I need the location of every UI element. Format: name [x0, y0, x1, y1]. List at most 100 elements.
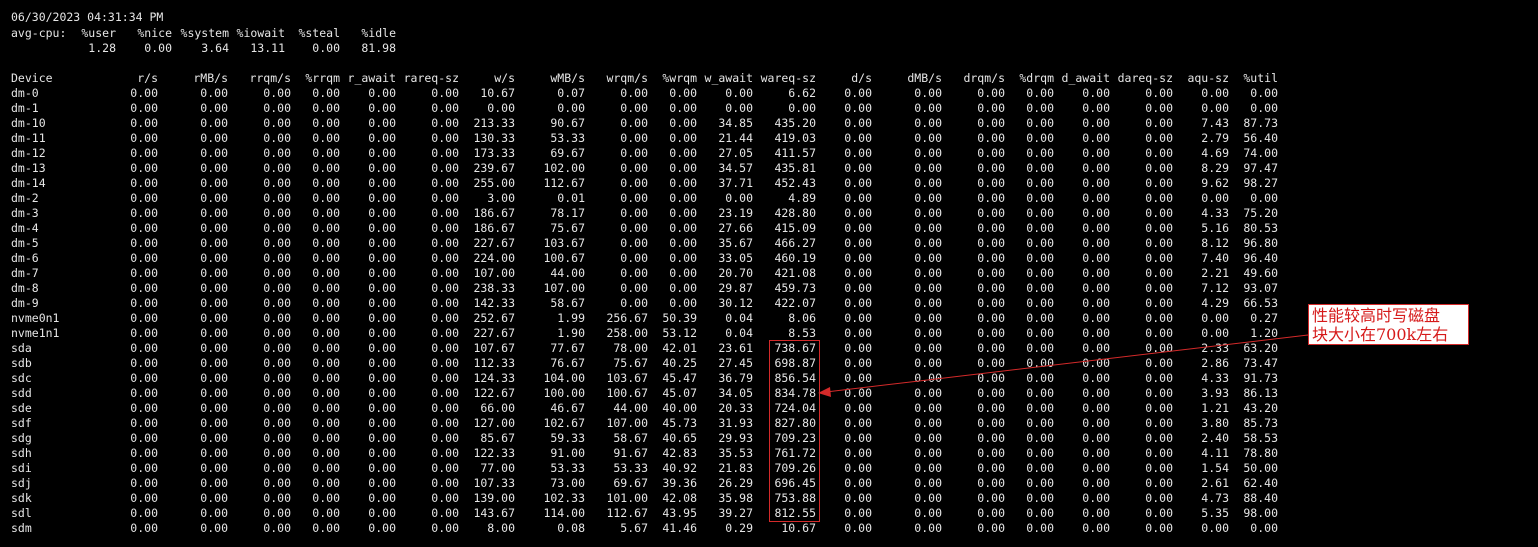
cell-d-per-s: 0.00 [844, 401, 872, 415]
column-header-pct-rrqm: %rrqm [305, 71, 340, 85]
cell-wmb-per-s: 114.00 [543, 506, 585, 520]
column-header-pct-wrqm: %wrqm [662, 71, 697, 85]
cell-rareq-sz: 0.00 [431, 161, 459, 175]
cell-d-per-s: 0.00 [844, 101, 872, 115]
cell-pct-drqm: 0.00 [1026, 101, 1054, 115]
cell-dareq-sz: 0.00 [1145, 386, 1173, 400]
cell-rareq-sz: 0.00 [431, 206, 459, 220]
cell-wareq-sz: 460.19 [774, 251, 816, 265]
cell-wareq-sz: 459.73 [774, 281, 816, 295]
cell-pct-drqm: 0.00 [1026, 251, 1054, 265]
cell-w-per-s: 130.33 [473, 131, 515, 145]
cell-pct-drqm: 0.00 [1026, 266, 1054, 280]
cell-w-await: 21.44 [718, 131, 753, 145]
cell-w-await: 0.00 [725, 86, 753, 100]
cell-wareq-sz: 698.87 [774, 356, 816, 370]
cell-pct-rrqm: 0.00 [312, 476, 340, 490]
cell-rareq-sz: 0.00 [431, 221, 459, 235]
cell-d-await: 0.00 [1082, 251, 1110, 265]
cell-wmb-per-s: 53.33 [550, 131, 585, 145]
cell-d-await: 0.00 [1082, 491, 1110, 505]
cell-d-await: 0.00 [1082, 281, 1110, 295]
cell-r-await: 0.00 [368, 251, 396, 265]
cell-d-await: 0.00 [1082, 146, 1110, 160]
cell-rareq-sz: 0.00 [431, 356, 459, 370]
cell-d-per-s: 0.00 [844, 176, 872, 190]
cell-dmb-per-s: 0.00 [914, 521, 942, 535]
cell-r-await: 0.00 [368, 281, 396, 295]
cell-pct-rrqm: 0.00 [312, 146, 340, 160]
cell-pct-drqm: 0.00 [1026, 356, 1054, 370]
cell-pct-util: 0.27 [1250, 311, 1278, 325]
cell-pct-rrqm: 0.00 [312, 101, 340, 115]
cell-pct-rrqm: 0.00 [312, 446, 340, 460]
cell-w-per-s: 10.67 [480, 86, 515, 100]
cell-w-await: 35.67 [718, 236, 753, 250]
cell-r-per-s: 0.00 [130, 356, 158, 370]
column-header-rmb-per-s: rMB/s [193, 71, 228, 85]
cell-wareq-sz: 834.78 [774, 386, 816, 400]
cell-pct-util: 73.47 [1243, 356, 1278, 370]
cell-dareq-sz: 0.00 [1145, 146, 1173, 160]
cell-w-await: 26.29 [718, 476, 753, 490]
cell-pct-drqm: 0.00 [1026, 236, 1054, 250]
cell-r-await: 0.00 [368, 101, 396, 115]
cell-w-per-s: 227.67 [473, 236, 515, 250]
cell-device: sdc [11, 371, 32, 385]
column-header-pct-util: %util [1243, 71, 1278, 85]
cell-dmb-per-s: 0.00 [914, 476, 942, 490]
cell-wareq-sz: 10.67 [781, 521, 816, 535]
cell-wareq-sz: 709.26 [774, 461, 816, 475]
cell-wmb-per-s: 44.00 [550, 266, 585, 280]
column-header-dareq-sz: dareq-sz [1117, 71, 1173, 85]
cell-rmb-per-s: 0.00 [200, 446, 228, 460]
cell-wmb-per-s: 90.67 [550, 116, 585, 130]
cell-r-per-s: 0.00 [130, 251, 158, 265]
cell-wmb-per-s: 77.67 [550, 341, 585, 355]
cell-wmb-per-s: 104.00 [543, 371, 585, 385]
cell-wmb-per-s: 0.00 [557, 101, 585, 115]
cell-pct-util: 49.60 [1243, 266, 1278, 280]
cell-rmb-per-s: 0.00 [200, 86, 228, 100]
cell-wmb-per-s: 0.01 [557, 191, 585, 205]
cell-device: sdf [11, 416, 32, 430]
cell-w-per-s: 142.33 [473, 296, 515, 310]
cell-d-await: 0.00 [1082, 341, 1110, 355]
cell-pct-drqm: 0.00 [1026, 371, 1054, 385]
cell-w-await: 23.19 [718, 206, 753, 220]
cell-d-await: 0.00 [1082, 506, 1110, 520]
cell-pct-drqm: 0.00 [1026, 521, 1054, 535]
cell-r-per-s: 0.00 [130, 236, 158, 250]
cell-pct-util: 97.47 [1243, 161, 1278, 175]
cell-r-await: 0.00 [368, 221, 396, 235]
cell-r-await: 0.00 [368, 341, 396, 355]
cell-d-await: 0.00 [1082, 161, 1110, 175]
cell-wareq-sz: 419.03 [774, 131, 816, 145]
cell-d-await: 0.00 [1082, 176, 1110, 190]
cell-w-per-s: 252.67 [473, 311, 515, 325]
cell-rmb-per-s: 0.00 [200, 356, 228, 370]
cell-w-per-s: 107.33 [473, 476, 515, 490]
cell-r-per-s: 0.00 [130, 506, 158, 520]
cell-pct-util: 80.53 [1243, 221, 1278, 235]
cell-d-per-s: 0.00 [844, 131, 872, 145]
cell-pct-wrqm: 0.00 [669, 296, 697, 310]
cell-w-per-s: 173.33 [473, 146, 515, 160]
cell-pct-rrqm: 0.00 [312, 491, 340, 505]
cell-device: sdi [11, 461, 32, 475]
cell-w-per-s: 66.00 [480, 401, 515, 415]
cell-r-await: 0.00 [368, 266, 396, 280]
cell-r-per-s: 0.00 [130, 416, 158, 430]
cell-device: dm-14 [11, 176, 46, 190]
cpu-header-line: avg-cpu: %user %nice %system %iowait %st… [0, 26, 396, 41]
cell-wareq-sz: 709.23 [774, 431, 816, 445]
cell-pct-wrqm: 0.00 [669, 176, 697, 190]
cell-w-await: 35.98 [718, 491, 753, 505]
cell-device: sdk [11, 491, 32, 505]
cell-dareq-sz: 0.00 [1145, 251, 1173, 265]
cell-wmb-per-s: 0.08 [557, 521, 585, 535]
cell-pct-rrqm: 0.00 [312, 386, 340, 400]
cell-pct-util: 58.53 [1243, 431, 1278, 445]
cell-d-per-s: 0.00 [844, 416, 872, 430]
cpu-header-iowait: %iowait [236, 26, 285, 40]
